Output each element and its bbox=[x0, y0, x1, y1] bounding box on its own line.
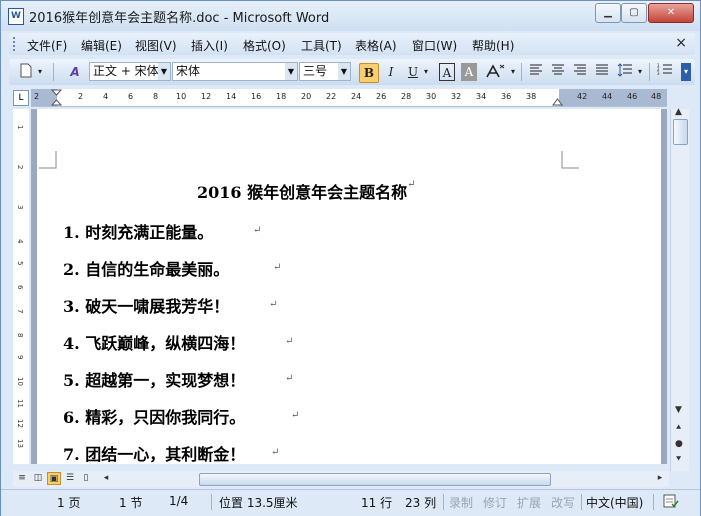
document-page[interactable]: 2016 猴年创意年会主题名称 ↵ 1. 时刻充满正能量。 ↵ 2. 自信的生命最美… bbox=[37, 109, 661, 464]
chevron-down-icon[interactable]: ▼ bbox=[158, 63, 170, 80]
list-item: 6. 精彩，只因你我同行。 ↵ bbox=[63, 408, 300, 427]
font-combo-value: 宋体 bbox=[176, 64, 201, 78]
menu-edit[interactable]: 编辑(E) bbox=[81, 37, 122, 54]
chevron-down-icon[interactable]: ▾ bbox=[509, 63, 517, 81]
font-combo[interactable]: 宋体 ▼ bbox=[172, 62, 298, 81]
line-spacing-icon[interactable] bbox=[615, 63, 635, 81]
align-center-icon[interactable] bbox=[549, 63, 567, 81]
horizontal-scroll-thumb[interactable] bbox=[199, 473, 551, 486]
list-item: 4. 飞跃巅峰，纵横四海！ ↵ bbox=[63, 334, 294, 353]
previous-page-icon[interactable]: ⯅ bbox=[675, 423, 682, 433]
status-column: 23 列 bbox=[405, 496, 437, 510]
horizontal-scroll-track[interactable] bbox=[113, 473, 653, 486]
menu-format[interactable]: 格式(O) bbox=[243, 37, 286, 54]
normal-view-icon[interactable]: ≡ bbox=[15, 472, 29, 485]
list-item: 1. 时刻充满正能量。 ↵ bbox=[63, 223, 262, 242]
title-bar: W 2016猴年创意年会主题名称.doc - Microsoft Word ▁ … bbox=[1, 1, 700, 31]
print-layout-view-icon[interactable]: ▣ bbox=[47, 472, 61, 485]
vertical-ruler[interactable]: 1 2 3 4 5 6 7 8 9 10 11 12 13 bbox=[13, 109, 29, 464]
menu-window[interactable]: 窗口(W) bbox=[412, 37, 457, 54]
align-left-icon[interactable] bbox=[527, 63, 545, 81]
document-heading: 2016 猴年创意年会主题名称 ↵ bbox=[197, 179, 416, 202]
outline-view-icon[interactable]: ☰ bbox=[63, 472, 77, 485]
select-browse-object-icon[interactable]: ● bbox=[675, 439, 683, 449]
tab-selector[interactable]: L bbox=[13, 90, 29, 106]
list-item: 5. 超越第一，实现梦想！ ↵ bbox=[63, 371, 294, 390]
status-record[interactable]: 录制 bbox=[449, 494, 473, 511]
menu-grip[interactable] bbox=[13, 37, 18, 51]
status-overtype[interactable]: 改写 bbox=[551, 494, 575, 511]
status-line: 11 行 bbox=[361, 496, 393, 510]
toolbar-options-chevron-icon[interactable]: ▾ bbox=[35, 63, 45, 81]
menu-bar: 文件(F) 编辑(E) 视图(V) 插入(I) 格式(O) 工具(T) 表格(A… bbox=[9, 33, 695, 55]
chevron-down-icon[interactable]: ▼ bbox=[338, 63, 350, 80]
font-size-combo[interactable]: 三号 ▼ bbox=[299, 62, 351, 81]
status-track-changes[interactable]: 修订 bbox=[483, 494, 507, 511]
status-page: 1 页 bbox=[57, 496, 81, 510]
minimize-button[interactable]: ▁ bbox=[595, 3, 621, 23]
style-combo[interactable]: 正文 + 宋体 ▼ bbox=[89, 62, 171, 81]
toolbar-overflow-chevron-icon[interactable]: ▾ bbox=[681, 63, 691, 81]
menu-table[interactable]: 表格(A) bbox=[355, 37, 397, 54]
close-button[interactable]: ✕ bbox=[648, 3, 694, 23]
menu-file[interactable]: 文件(F) bbox=[27, 37, 67, 54]
chevron-down-icon[interactable]: ▾ bbox=[636, 63, 644, 81]
next-page-icon[interactable]: ⯆ bbox=[675, 455, 682, 465]
style-combo-value: 正文 + 宋体 bbox=[93, 64, 159, 78]
status-language[interactable]: 中文(中国) bbox=[586, 494, 643, 511]
status-position: 位置 13.5厘米 bbox=[219, 496, 298, 510]
new-document-icon[interactable] bbox=[19, 63, 33, 81]
horizontal-ruler[interactable]: 2 2 4 6 8 10 12 14 16 18 20 22 24 26 28 … bbox=[31, 89, 667, 107]
status-section: 1 节 bbox=[119, 496, 143, 510]
document-close-icon[interactable]: × bbox=[675, 35, 687, 51]
bold-button[interactable]: B bbox=[359, 63, 379, 83]
justify-icon[interactable] bbox=[593, 63, 611, 81]
vertical-scrollbar[interactable]: ▲ ▼ ⯅ ● ⯆ bbox=[670, 107, 689, 471]
menu-view[interactable]: 视图(V) bbox=[135, 37, 177, 54]
font-size-value: 三号 bbox=[303, 64, 328, 78]
styles-formatting-icon[interactable]: A bbox=[65, 63, 85, 81]
status-page-of: 1/4 bbox=[169, 494, 189, 508]
formatting-toolbar: ▾ A 正文 + 宋体 ▼ 宋体 ▼ 三号 ▼ B I U ▾ A A ▾ ▾ … bbox=[9, 59, 695, 85]
scale-chars-icon[interactable] bbox=[483, 63, 507, 81]
margin-corner-top-right bbox=[561, 151, 579, 169]
chevron-down-icon[interactable]: ▼ bbox=[285, 63, 297, 80]
scroll-right-icon[interactable]: ▸ bbox=[653, 472, 667, 485]
menu-insert[interactable]: 插入(I) bbox=[191, 37, 228, 54]
align-right-icon[interactable] bbox=[571, 63, 589, 81]
margin-corner-top-left bbox=[39, 151, 57, 169]
horizontal-scrollbar[interactable]: ≡ ◫ ▣ ☰ ▯ ◂ ▸ bbox=[13, 471, 669, 487]
scroll-up-icon[interactable]: ▲ bbox=[675, 107, 682, 117]
list-item: 7. 团结一心，其利断金！ ↵ bbox=[63, 445, 280, 464]
word-app-icon[interactable]: W bbox=[8, 8, 24, 25]
svg-text:3: 3 bbox=[657, 71, 660, 76]
list-item: 2. 自信的生命最美丽。 ↵ bbox=[63, 260, 282, 279]
reading-view-icon[interactable]: ▯ bbox=[79, 472, 93, 485]
menu-tools[interactable]: 工具(T) bbox=[301, 37, 342, 54]
italic-button[interactable]: I bbox=[383, 63, 399, 81]
spelling-status-icon[interactable] bbox=[663, 494, 679, 511]
window-title: 2016猴年创意年会主题名称.doc - Microsoft Word bbox=[29, 11, 330, 26]
scroll-down-icon[interactable]: ▼ bbox=[675, 405, 682, 415]
scroll-left-icon[interactable]: ◂ bbox=[99, 472, 113, 485]
maximize-button[interactable]: ▢ bbox=[621, 3, 647, 23]
word-window: W 2016猴年创意年会主题名称.doc - Microsoft Word ▁ … bbox=[0, 0, 701, 516]
first-line-indent-marker[interactable] bbox=[51, 89, 63, 106]
chevron-down-icon[interactable]: ▾ bbox=[422, 63, 430, 81]
right-indent-marker[interactable] bbox=[552, 95, 564, 106]
char-border-button[interactable]: A bbox=[439, 63, 455, 81]
document-area: 2016 猴年创意年会主题名称 ↵ 1. 时刻充满正能量。 ↵ 2. 自信的生命最美… bbox=[31, 109, 667, 464]
underline-button[interactable]: U bbox=[405, 63, 421, 81]
web-view-icon[interactable]: ◫ bbox=[31, 472, 45, 485]
numbering-icon[interactable]: 123 bbox=[655, 63, 675, 81]
char-shading-button[interactable]: A bbox=[461, 63, 477, 81]
vertical-scroll-thumb[interactable] bbox=[673, 119, 688, 145]
list-item: 3. 破天一啸展我芳华！ ↵ bbox=[63, 297, 278, 316]
status-bar: 1 页 1 节 1/4 位置 13.5厘米 11 行 23 列 录制 修订 扩展… bbox=[1, 489, 700, 516]
status-extend[interactable]: 扩展 bbox=[517, 494, 541, 511]
menu-help[interactable]: 帮助(H) bbox=[472, 37, 514, 54]
